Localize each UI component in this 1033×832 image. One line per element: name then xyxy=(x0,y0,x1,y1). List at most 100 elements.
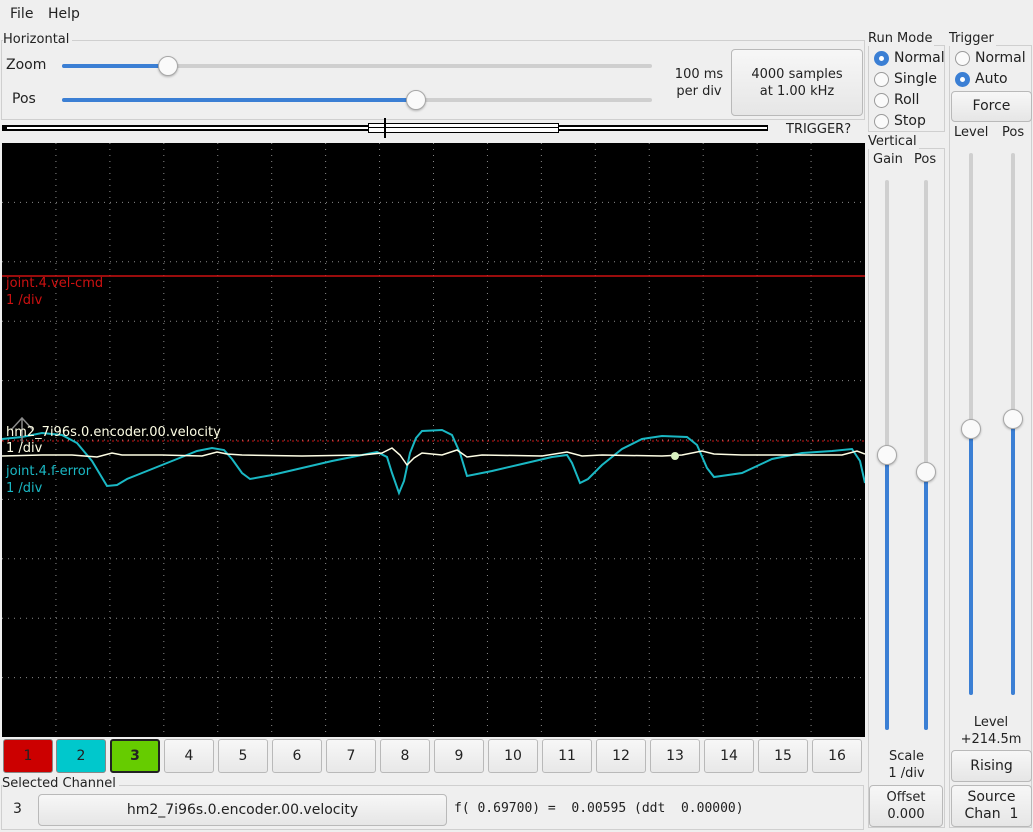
record-window xyxy=(368,123,559,133)
offset-title: Offset xyxy=(886,790,926,805)
run-mode-normal[interactable]: Normal xyxy=(874,50,945,66)
trigger-level-title: Level xyxy=(973,715,1009,730)
sample-rate: at 1.00 kHz xyxy=(759,83,835,99)
trigger-pos-slider-handle[interactable] xyxy=(1003,408,1023,429)
selected-channel-title: Selected Channel xyxy=(2,776,119,791)
trigger-edge-button[interactable]: Rising xyxy=(951,750,1032,782)
trigger-level-value: +214.5m xyxy=(960,732,1022,747)
menu-help[interactable]: Help xyxy=(48,6,80,22)
cursor-readout: f( 0.69700) = 0.00595 (ddt 0.00000) xyxy=(454,801,744,816)
trace-scale-f-error: 1 /div xyxy=(6,481,43,496)
run-mode-stop[interactable]: Stop xyxy=(874,113,926,129)
trigger-title: Trigger xyxy=(949,31,996,46)
radio-icon xyxy=(874,71,889,87)
menu-file[interactable]: File xyxy=(10,6,33,22)
vertical-scale-value: 1 /div xyxy=(888,766,925,781)
vertical-pos-slider[interactable] xyxy=(924,180,928,730)
trigger-source-value: Chan 1 xyxy=(964,806,1019,822)
channel-button-4[interactable]: 4 xyxy=(164,739,214,773)
trace-scale-encoder-velocity: 1 /div xyxy=(6,441,43,456)
channel-button-11[interactable]: 11 xyxy=(542,739,592,773)
trace-encoder-velocity xyxy=(2,447,865,467)
trigger-level-slider-fill xyxy=(969,429,973,695)
trigger-level-readout: Level +214.5m xyxy=(950,714,1032,748)
channel-button-6[interactable]: 6 xyxy=(272,739,322,773)
cursor-marker xyxy=(671,452,679,460)
zoom-slider-fill xyxy=(62,64,169,68)
vertical-scale-title: Scale xyxy=(889,749,924,764)
time-scale-value: 100 ms xyxy=(674,67,724,82)
vertical-pos-slider-fill xyxy=(924,471,928,730)
sample-rate-button[interactable]: 4000 samples at 1.00 kHz xyxy=(731,49,863,116)
run-mode-roll[interactable]: Roll xyxy=(874,92,919,108)
scope-display[interactable]: joint.4.vel-cmd 1 /div hm2_7i96s.0.encod… xyxy=(2,143,865,737)
trace-label-vel-cmd: joint.4.vel-cmd xyxy=(6,276,104,291)
channel-button-10[interactable]: 10 xyxy=(488,739,538,773)
run-mode-stop-label: Stop xyxy=(894,113,926,129)
trigger-marker xyxy=(384,118,386,138)
channel-button-7[interactable]: 7 xyxy=(326,739,376,773)
record-window-midline xyxy=(368,127,559,128)
gain-slider-handle[interactable] xyxy=(877,445,897,465)
run-mode-roll-label: Roll xyxy=(894,92,920,108)
channel-button-8[interactable]: 8 xyxy=(380,739,430,773)
channel-button-13[interactable]: 13 xyxy=(650,739,700,773)
channel-button-1[interactable]: 1 xyxy=(3,739,53,773)
trace-scale-vel-cmd: 1 /div xyxy=(6,293,43,308)
trigger-auto-label: Auto xyxy=(975,71,1008,87)
zoom-slider[interactable] xyxy=(62,64,652,68)
sample-count: 4000 samples xyxy=(751,66,843,82)
menu-bar: File Help xyxy=(0,0,1033,30)
offset-button[interactable]: Offset 0.000 xyxy=(869,785,943,827)
time-scale-unit: per div xyxy=(676,84,722,99)
pos-slider-fill xyxy=(62,98,416,102)
radio-selected-icon xyxy=(874,50,889,66)
run-mode-normal-label: Normal xyxy=(894,50,945,66)
trigger-source-title: Source xyxy=(967,789,1016,805)
selected-channel-number: 3 xyxy=(13,801,22,817)
vertical-scale: Scale 1 /div xyxy=(869,748,944,782)
channel-button-14[interactable]: 14 xyxy=(704,739,754,773)
radio-icon xyxy=(874,113,889,129)
pos-label: Pos xyxy=(12,91,36,107)
run-mode-title: Run Mode xyxy=(868,31,935,46)
vertical-title: Vertical xyxy=(868,134,919,149)
vertical-pos-slider-handle[interactable] xyxy=(916,461,936,482)
gain-slider-fill xyxy=(885,455,889,730)
vertical-frame xyxy=(868,148,945,828)
trace-label-encoder-velocity: hm2_7i96s.0.encoder.00.velocity xyxy=(6,425,221,440)
channel-button-12[interactable]: 12 xyxy=(596,739,646,773)
run-mode-single[interactable]: Single xyxy=(874,71,937,87)
trigger-level-label: Level xyxy=(954,125,989,140)
offset-value: 0.000 xyxy=(887,807,925,822)
channel-button-9[interactable]: 9 xyxy=(434,739,484,773)
radio-icon xyxy=(955,50,970,66)
channel-button-15[interactable]: 15 xyxy=(758,739,808,773)
gain-label: Gain xyxy=(873,152,903,167)
channel-button-3[interactable]: 3 xyxy=(110,739,160,773)
radio-selected-icon xyxy=(955,71,970,87)
time-scale: 100 ms per div xyxy=(670,66,728,100)
horizontal-title: Horizontal xyxy=(3,32,73,47)
vertical-pos-label: Pos xyxy=(914,152,937,167)
trace-label-f-error: joint.4.f-error xyxy=(6,464,92,479)
pos-slider[interactable] xyxy=(62,98,652,102)
zoom-label: Zoom xyxy=(6,57,47,73)
channel-button-5[interactable]: 5 xyxy=(218,739,268,773)
channel-button-2[interactable]: 2 xyxy=(56,739,106,773)
trigger-pos-label: Pos xyxy=(1002,125,1025,140)
trigger-frame xyxy=(949,45,1032,828)
run-mode-single-label: Single xyxy=(894,71,938,87)
channel-button-16[interactable]: 16 xyxy=(812,739,862,773)
selected-channel-name-button[interactable]: hm2_7i96s.0.encoder.00.velocity xyxy=(38,794,447,826)
record-position-bar[interactable] xyxy=(2,118,768,138)
trigger-pos-slider-fill xyxy=(1011,418,1015,695)
force-trigger-button[interactable]: Force xyxy=(951,91,1032,122)
trigger-status: TRIGGER? xyxy=(786,122,852,137)
trigger-source-button[interactable]: Source Chan 1 xyxy=(951,785,1032,827)
trigger-normal-label: Normal xyxy=(975,50,1026,66)
trigger-mode-normal[interactable]: Normal xyxy=(955,50,1026,66)
pos-slider-handle[interactable] xyxy=(406,90,426,110)
radio-icon xyxy=(874,92,889,108)
trigger-mode-auto[interactable]: Auto xyxy=(955,71,1008,87)
